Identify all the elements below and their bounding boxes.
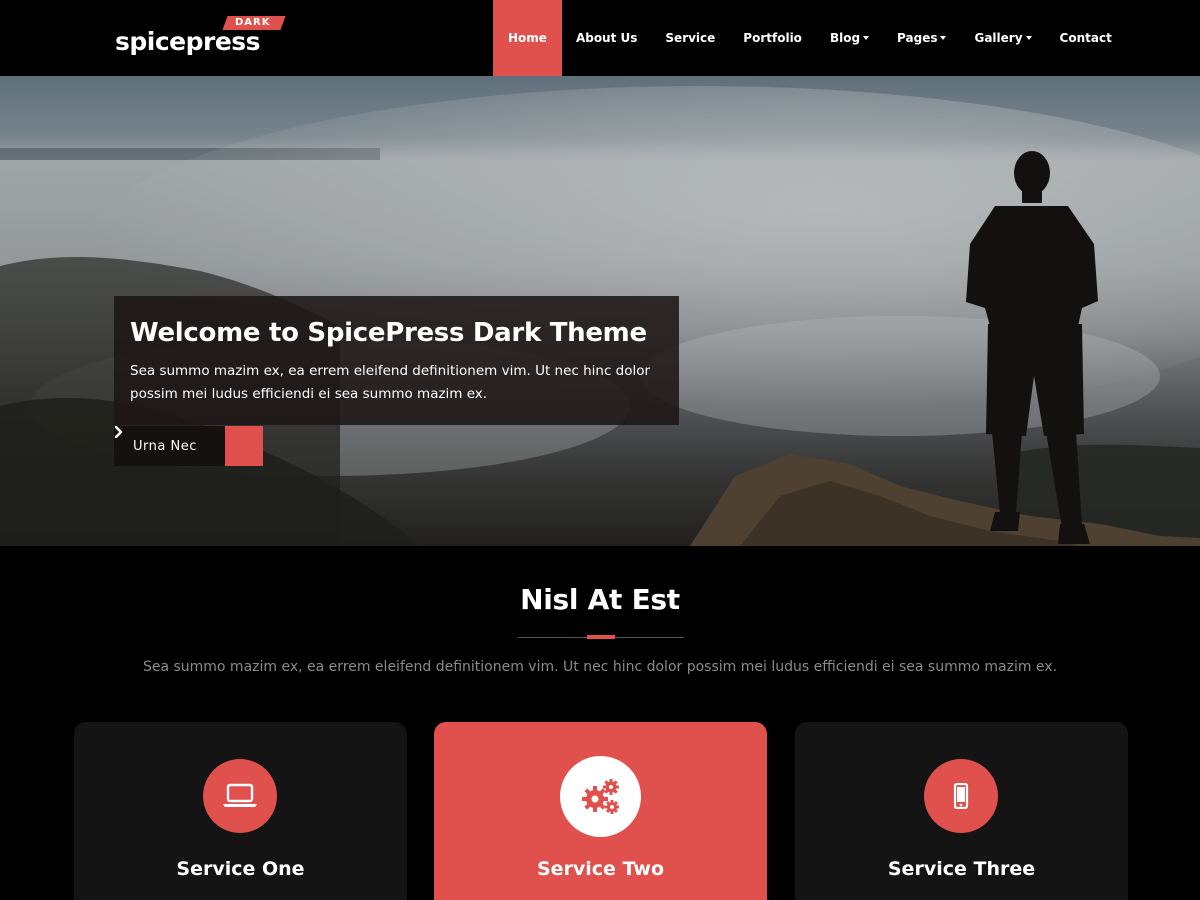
nav-item-portfolio[interactable]: Portfolio <box>729 0 816 76</box>
services-description: Sea summo mazim ex, ea errem eleifend de… <box>142 659 1058 675</box>
logo-text: spicepress <box>115 27 261 56</box>
nav-item-label: About Us <box>575 31 638 45</box>
gears-icon <box>560 756 641 837</box>
nav-item-label: Gallery <box>974 31 1023 45</box>
nav-item-pages[interactable]: Pages <box>883 0 960 76</box>
main-nav: Home About Us Service Portfolio Blog Pag… <box>493 0 1126 76</box>
service-card-two[interactable]: Service Two <box>434 722 767 900</box>
services-heading: Nisl At Est <box>520 583 680 616</box>
nav-item-label: Home <box>508 31 547 45</box>
nav-item-label: Portfolio <box>743 31 802 45</box>
hero-caption: Welcome to SpicePress Dark Theme Sea sum… <box>114 296 679 425</box>
nav-item-label: Pages <box>897 31 938 45</box>
service-card-title: Service Three <box>887 858 1036 880</box>
logo-badge: DARK <box>222 16 286 30</box>
nav-item-service[interactable]: Service <box>651 0 729 76</box>
caret-down-icon <box>940 36 947 40</box>
logo-badge-label: DARK <box>235 17 271 28</box>
nav-item-label: Blog <box>829 31 861 45</box>
site-header: spicepress DARK Home About Us Service Po… <box>0 0 1200 76</box>
nav-item-label: Contact <box>1059 31 1112 45</box>
nav-item-blog[interactable]: Blog <box>816 0 883 76</box>
nav-item-about-us[interactable]: About Us <box>562 0 651 76</box>
site-logo[interactable]: spicepress DARK <box>115 16 286 58</box>
hero-description: Sea summo mazim ex, ea errem eleifend de… <box>130 363 651 402</box>
service-card-one[interactable]: Service One <box>74 722 407 900</box>
hero-cta: Urna Nec <box>114 426 263 466</box>
laptop-icon <box>203 759 277 833</box>
service-card-title: Service One <box>176 858 305 880</box>
service-card-title: Service Two <box>536 858 665 880</box>
service-card-three[interactable]: Service Three <box>795 722 1128 900</box>
hero-title: Welcome to SpicePress Dark Theme <box>130 318 647 348</box>
caret-down-icon <box>863 36 870 40</box>
nav-item-home[interactable]: Home <box>493 0 562 76</box>
chevron-right-icon[interactable] <box>114 426 263 466</box>
heading-separator-accent <box>587 635 615 639</box>
hero-cta-button[interactable]: Urna Nec <box>114 426 225 466</box>
hero-slider: Welcome to SpicePress Dark Theme Sea sum… <box>0 76 1200 546</box>
nav-item-label: Service <box>665 31 716 45</box>
mobile-icon <box>924 759 998 833</box>
nav-item-contact[interactable]: Contact <box>1046 0 1126 76</box>
caret-down-icon <box>1025 36 1032 40</box>
nav-item-gallery[interactable]: Gallery <box>960 0 1045 76</box>
